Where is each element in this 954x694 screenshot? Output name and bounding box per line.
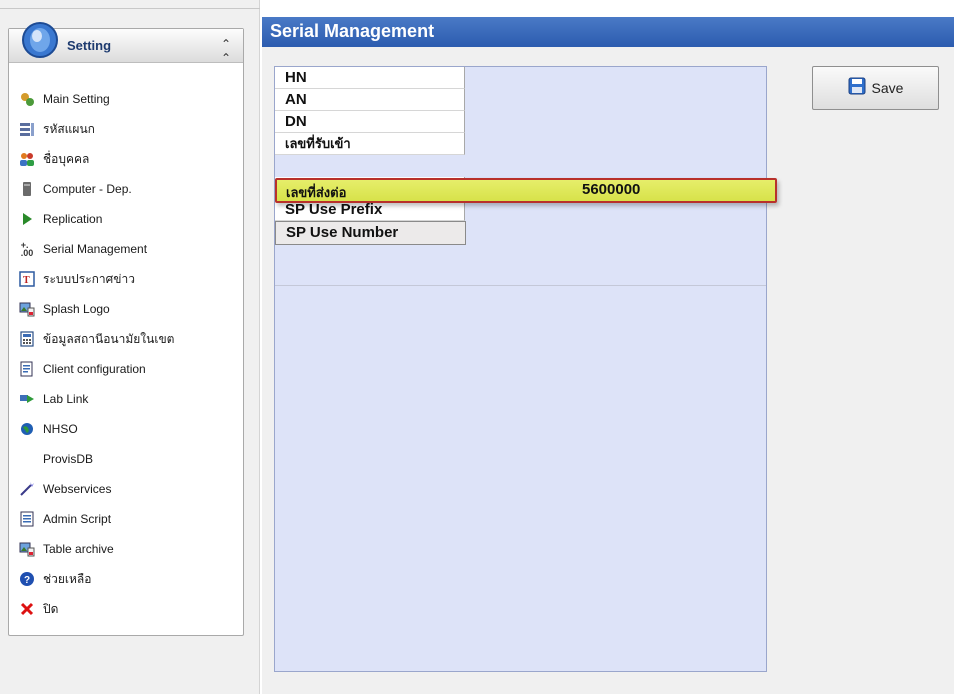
sidebar-item-label: Serial Management	[43, 242, 148, 256]
grid-row-dn[interactable]: DN	[275, 111, 465, 133]
sidebar-item-label: Replication	[43, 212, 103, 226]
sidebar-item-department-code[interactable]: รหัสแผนก	[19, 117, 239, 141]
save-button[interactable]: Save	[812, 66, 939, 110]
computer-tower-icon	[19, 181, 35, 197]
sidebar-item-label: Admin Script	[43, 512, 112, 526]
sidebar-item-computer-dep[interactable]: Computer - Dep.	[19, 177, 239, 201]
floppy-disk-icon	[848, 77, 866, 100]
sidebar-item-personnel[interactable]: ชื่อบุคคล	[19, 147, 239, 171]
sidebar-item-main-setting[interactable]: Main Setting	[19, 87, 239, 111]
sidebar-item-label: Webservices	[43, 482, 112, 496]
sidebar-item-webservices[interactable]: Webservices	[19, 477, 239, 501]
sidebar-item-label: ช่วยเหลือ	[43, 571, 92, 586]
archive-icon	[19, 541, 35, 557]
sidebar-item-label: ProvisDB	[43, 452, 94, 466]
list-icon	[19, 121, 35, 137]
sidebar-item-health-stations[interactable]: ข้อมูลสถานีอนามัยในเขต	[19, 327, 239, 351]
image-icon	[19, 301, 35, 317]
sidebar-item-label: ข้อมูลสถานีอนามัยในเขต	[43, 331, 175, 346]
gears-icon	[19, 91, 35, 107]
sidebar-item-close[interactable]: ปิด	[19, 597, 239, 621]
wand-icon	[19, 481, 35, 497]
globe-icon	[19, 421, 35, 437]
save-button-label: Save	[871, 80, 904, 96]
collapse-chevron-icon[interactable]: ⌃ ⌃	[221, 37, 231, 65]
calculator-icon	[19, 331, 35, 347]
grid-row-admission-number[interactable]: เลขที่รับเข้า	[275, 133, 465, 155]
sidebar-item-label: Lab Link	[43, 392, 89, 406]
sidebar-item-table-archive[interactable]: Table archive	[19, 537, 239, 561]
sidebar-item-label: ชื่อบุคคล	[43, 151, 90, 166]
sidebar-item-label: รหัสแผนก	[43, 121, 95, 136]
settings-globe-logo-icon	[22, 22, 58, 58]
config-document-icon	[19, 361, 35, 377]
sidebar-item-provisdb[interactable]: ProvisDB	[19, 447, 239, 471]
svg-text:T: T	[23, 275, 30, 286]
serial-property-grid: HN AN DN เลขที่รับเข้า XN SP Use Prefix …	[274, 66, 767, 672]
sidebar-item-help[interactable]: ? ช่วยเหลือ	[19, 567, 239, 591]
page-title: Serial Management	[270, 21, 435, 41]
grid-divider	[275, 285, 766, 286]
sidebar-item-label: Computer - Dep.	[43, 182, 132, 196]
users-icon	[19, 151, 35, 167]
svg-text:?: ?	[24, 575, 30, 586]
sidebar-item-serial-management[interactable]: +. .00 Serial Management	[19, 237, 239, 261]
sidebar-item-nhso[interactable]: NHSO	[19, 417, 239, 441]
referral-number-value[interactable]: 5600000	[582, 181, 640, 198]
sidebar-item-admin-script[interactable]: Admin Script	[19, 507, 239, 531]
grid-row-sp-use-number[interactable]: SP Use Number	[275, 221, 466, 245]
sidebar-item-news-announcement[interactable]: T ระบบประกาศข่าว	[19, 267, 239, 291]
sidebar-item-label: NHSO	[43, 422, 78, 436]
sidebar-item-label: Table archive	[43, 542, 114, 556]
sidebar-item-replication[interactable]: Replication	[19, 207, 239, 231]
sidebar-item-label: ปิด	[43, 601, 59, 616]
main-header-bar: Serial Management	[262, 17, 954, 47]
link-arrow-icon	[19, 391, 35, 407]
sidebar-title: Setting	[67, 38, 112, 53]
sidebar-item-label: Client configuration	[43, 362, 146, 376]
setting-sidebar: Setting ⌃ ⌃ Main Setting รหัสแผนก ชื่อบุค…	[8, 28, 244, 636]
grid-row-referral-number-highlighted[interactable]: เลขที่ส่งต่อ 5600000	[275, 178, 777, 203]
top-divider	[0, 8, 260, 9]
serial-number-icon: +. .00	[20, 240, 34, 258]
text-tool-icon: T	[19, 271, 35, 287]
play-icon	[19, 211, 35, 227]
grid-row-an[interactable]: AN	[275, 89, 465, 111]
sidebar-item-label: Main Setting	[43, 92, 110, 106]
script-icon	[19, 511, 35, 527]
grid-row-hn[interactable]: HN	[275, 67, 465, 89]
sidebar-item-client-configuration[interactable]: Client configuration	[19, 357, 239, 381]
referral-number-label: เลขที่ส่งต่อ	[286, 185, 347, 200]
sidebar-item-lab-link[interactable]: Lab Link	[19, 387, 239, 411]
sidebar-item-label: ระบบประกาศข่าว	[43, 271, 135, 286]
close-icon	[19, 601, 35, 617]
help-icon: ?	[19, 571, 35, 587]
sidebar-item-splash-logo[interactable]: Splash Logo	[19, 297, 239, 321]
sidebar-item-label: Splash Logo	[43, 302, 110, 316]
